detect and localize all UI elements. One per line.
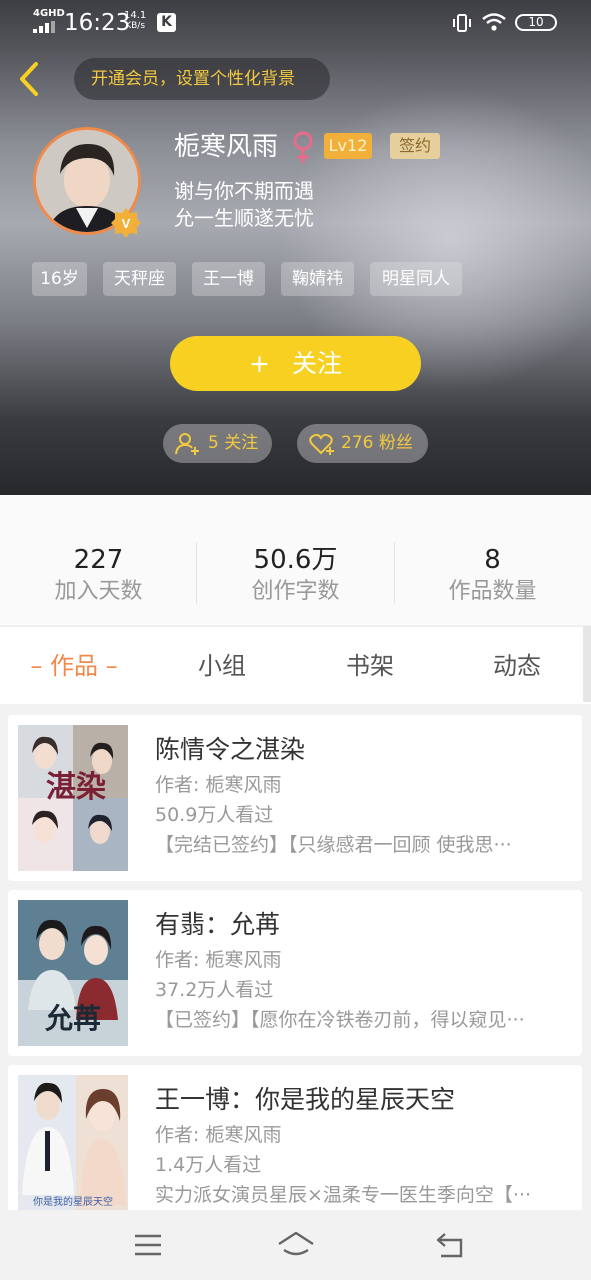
status-bar: 4GHD 16:23 14.1 KB/s K 10 (0, 0, 591, 46)
username: 栀寒风雨 (174, 132, 279, 162)
signed-badge: 签约 (390, 133, 440, 159)
vibrate-icon (453, 14, 471, 32)
stat-words: 50.6万 创作字数 (251, 545, 340, 604)
battery-icon: 10 (515, 14, 557, 31)
scrollbar (583, 626, 591, 702)
plus-icon: + (249, 349, 270, 378)
book-description: 实力派女演员星辰×温柔专一医生季向空【··· (155, 1184, 532, 1206)
verified-v-icon: V (111, 208, 141, 238)
follow-button[interactable]: + 关注 (170, 336, 421, 391)
profile-header: 4GHD 16:23 14.1 KB/s K 10 开通会员，设置个性化背景 V… (0, 0, 591, 495)
work-card[interactable]: 允苒 有翡：允苒 作者: 栀寒风雨 37.2万人看过 【已签约】【愿你在冷铁卷刃… (8, 890, 582, 1056)
book-title: 王一博：你是我的星辰天空 (155, 1085, 456, 1114)
tab-activity[interactable]: 动态 (444, 627, 590, 705)
fans-button[interactable]: 276 粉丝 (297, 424, 428, 463)
tag-idol: 鞠婧祎 (281, 262, 354, 296)
book-title: 陈情令之湛染 (155, 735, 306, 764)
book-views: 37.2万人看过 (155, 979, 274, 1001)
wifi-icon (482, 13, 506, 31)
tab-works[interactable]: – 作品 – (0, 627, 148, 705)
svg-text:允苒: 允苒 (44, 1002, 101, 1035)
svg-text:你是我的星辰天空: 你是我的星辰天空 (33, 1195, 113, 1208)
tag-idol: 王一博 (192, 262, 265, 296)
book-title: 有翡：允苒 (155, 910, 281, 939)
signal-icon (33, 21, 55, 33)
menu-icon[interactable] (131, 1228, 165, 1262)
book-views: 1.4万人看过 (155, 1154, 262, 1176)
book-cover: 你是我的星辰天空 (18, 1075, 128, 1210)
net-speed: 14.1 KB/s (124, 10, 147, 32)
system-nav-bar (0, 1210, 591, 1280)
back-icon[interactable] (433, 1228, 467, 1262)
tag-zodiac: 天秤座 (103, 262, 176, 296)
book-description: 【已签约】【愿你在冷铁卷刃前，得以窥见··· (155, 1009, 525, 1031)
book-cover: 湛染 (18, 725, 128, 871)
vip-background-banner[interactable]: 开通会员，设置个性化背景 (74, 58, 330, 100)
add-user-icon (175, 433, 199, 455)
svg-text:V: V (122, 216, 131, 231)
svg-text:湛染: 湛染 (46, 770, 106, 805)
tag-age: 16岁 (32, 262, 87, 296)
work-card[interactable]: 你是我的星辰天空 王一博：你是我的星辰天空 作者: 栀寒风雨 1.4万人看过 实… (8, 1065, 582, 1210)
female-icon (293, 131, 313, 163)
tag-genre: 明星同人 (370, 262, 462, 296)
tab-bookshelf[interactable]: 书架 (296, 627, 444, 705)
bio-line: 谢与你不期而遇 (174, 179, 314, 203)
stat-days: 227 加入天数 (54, 545, 143, 604)
fans-count: 276 粉丝 (341, 433, 413, 453)
heart-icon (309, 433, 334, 455)
following-button[interactable]: 5 关注 (163, 424, 272, 463)
book-author: 作者: 栀寒风雨 (155, 774, 282, 796)
profile-tabs: – 作品 – 小组 书架 动态 (0, 626, 591, 704)
book-author: 作者: 栀寒风雨 (155, 949, 282, 971)
level-badge: Lv12 (324, 133, 372, 159)
app-notification-icon: K (157, 13, 176, 32)
stats-panel: 227 加入天数 50.6万 创作字数 8 作品数量 (0, 495, 591, 625)
bio-line: 允一生顺遂无忧 (174, 206, 314, 230)
clock: 16:23 (64, 10, 131, 36)
stat-works: 8 作品数量 (448, 545, 537, 604)
bio: 谢与你不期而遇 允一生顺遂无忧 (174, 178, 314, 232)
works-list: 湛染 陈情令之湛染 作者: 栀寒风雨 50.9万人看过 【完结已签约】【只缘感君… (0, 704, 591, 1210)
back-chevron-icon[interactable] (14, 58, 48, 100)
book-author: 作者: 栀寒风雨 (155, 1124, 282, 1146)
book-cover: 允苒 (18, 900, 128, 1046)
network-type: 4GHD (33, 8, 65, 19)
tab-groups[interactable]: 小组 (148, 627, 296, 705)
following-count: 5 关注 (208, 433, 259, 453)
book-description: 【完结已签约】【只缘感君一回顾 使我思··· (155, 834, 512, 856)
home-icon[interactable] (276, 1228, 316, 1262)
book-views: 50.9万人看过 (155, 804, 274, 826)
work-card[interactable]: 湛染 陈情令之湛染 作者: 栀寒风雨 50.9万人看过 【完结已签约】【只缘感君… (8, 715, 582, 881)
